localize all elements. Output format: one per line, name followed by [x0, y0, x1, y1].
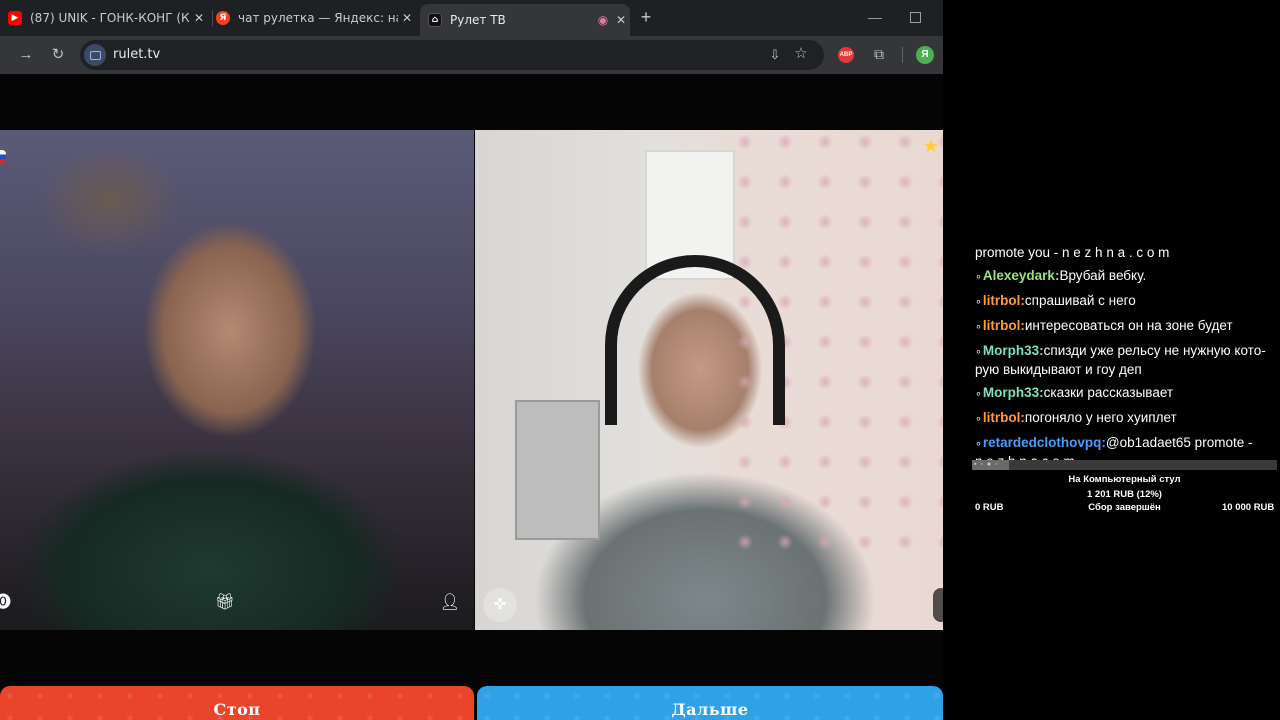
install-app-icon[interactable]: ⇩	[766, 46, 784, 64]
close-icon[interactable]: ✕	[398, 11, 416, 25]
tab-title: чат рулетка — Яндекс: нашлос	[238, 11, 398, 25]
browser-toolbar: → ↻ rulet.tv ⇩ ☆ ABP ⧉ Я	[0, 36, 943, 74]
chat-message: ∘Morph33:сказки рассказывает	[975, 384, 1275, 403]
browser-window: ▶ (87) UNIK - ГОНК-КОНГ (Казах ✕ Я чат р…	[0, 0, 943, 720]
chat-message: promote you - n e z h n a . c o m	[975, 244, 1275, 261]
chat-bullet-icon: ∘	[975, 271, 982, 283]
site-info-icon[interactable]	[84, 44, 106, 66]
partner-video: ⓿ 🎁︎ 👤︎	[0, 130, 474, 630]
stream-chat-overlay: promote you - n e z h n a . c o m ∘Alexey…	[943, 0, 1280, 720]
chat-message: ∘Morph33:спизди уже рельсу не нужную кот…	[975, 342, 1275, 378]
side-handle[interactable]	[933, 588, 943, 622]
chat-text: promote you - n e z h n a . c o m	[975, 245, 1170, 260]
close-icon[interactable]: ✕	[612, 13, 630, 27]
chat-message: ∘litrbol:погоняло у него хуиплет	[975, 409, 1275, 428]
tab-bar: ▶ (87) UNIK - ГОНК-КОНГ (Казах ✕ Я чат р…	[0, 0, 943, 36]
chat-nickname: litrbol:	[982, 410, 1025, 425]
russia-flag-icon	[0, 150, 6, 164]
stop-button[interactable]: Стоп	[0, 686, 474, 720]
address-bar[interactable]: rulet.tv ⇩ ☆	[80, 40, 824, 70]
chat-text: погоняло у него хуиплет	[1024, 410, 1177, 425]
chat-text: сказки рассказывает	[1043, 385, 1174, 400]
rulet-icon: ⌂	[428, 13, 442, 27]
chat-nickname: Alexeydark:	[982, 268, 1060, 283]
goal-max: 10 000 RUB	[1222, 502, 1275, 513]
youtube-icon: ▶	[8, 11, 22, 25]
yandex-icon: Я	[216, 11, 230, 25]
chat-text: спрашивай с него	[1024, 293, 1136, 308]
chat-bullet-icon: ∘	[975, 413, 982, 425]
chat-nickname: litrbol:	[982, 318, 1025, 333]
chat-messages: promote you - n e z h n a . c o m ∘Alexey…	[975, 244, 1275, 476]
extensions-puzzle-icon[interactable]: ⧉	[870, 45, 888, 63]
chat-bullet-icon: ∘	[975, 346, 982, 358]
roulette-page: ⓿ 🎁︎ 👤︎ ✜ ★ Стоп Дальше	[0, 74, 943, 720]
tab-title: (87) UNIK - ГОНК-КОНГ (Казах	[30, 11, 190, 25]
forward-arrow-icon[interactable]: →	[16, 45, 36, 65]
minimize-button[interactable]: —	[866, 8, 884, 26]
tab-youtube[interactable]: ▶ (87) UNIK - ГОНК-КОНГ (Казах ✕	[8, 4, 208, 32]
donation-goal-bar: ▪ ▫ ● ▫	[972, 460, 1277, 470]
bookmark-star-icon[interactable]: ☆	[792, 45, 810, 63]
headset-shape	[605, 255, 785, 425]
chat-nickname: Morph33:	[982, 343, 1044, 358]
chat-bullet-icon: ∘	[975, 388, 982, 400]
goal-amount: 1 201 RUB (12%)	[1087, 489, 1162, 500]
maximize-button[interactable]	[906, 8, 924, 26]
new-tab-button[interactable]: +	[636, 7, 656, 27]
chat-nickname: retardedclothovpq:	[982, 435, 1106, 450]
user-profile-icon[interactable]: 👤︎	[439, 592, 461, 614]
report-icon[interactable]: ⓿	[0, 592, 14, 614]
adblock-extension-icon[interactable]: ABP	[838, 47, 854, 63]
background-stove	[515, 400, 600, 540]
stop-label: Стоп	[213, 700, 261, 719]
next-label: Дальше	[671, 700, 749, 719]
chat-bullet-icon: ∘	[975, 438, 982, 450]
gamepad-icon[interactable]: ✜	[483, 588, 517, 622]
chat-nickname: Morph33:	[982, 385, 1044, 400]
toolbar-divider	[902, 47, 903, 63]
chat-message: ∘litrbol:интересоваться он на зоне будет	[975, 317, 1275, 336]
self-video: ✜ ★	[475, 130, 943, 630]
chat-text: интересоваться он на зоне будет	[1024, 318, 1233, 333]
chat-nickname: litrbol:	[982, 293, 1025, 308]
close-icon[interactable]: ✕	[190, 11, 208, 25]
tab-yandex[interactable]: Я чат рулетка — Яндекс: нашлос ✕	[216, 4, 416, 32]
chat-text: Врубай вебку.	[1059, 268, 1147, 283]
screen: ▶ (87) UNIK - ГОНК-КОНГ (Казах ✕ Я чат р…	[0, 0, 1280, 720]
reload-icon[interactable]: ↻	[48, 45, 68, 65]
chat-bullet-icon: ∘	[975, 321, 982, 333]
chat-message: ∘Alexeydark:Врубай вебку.	[975, 267, 1275, 286]
goal-bar-icons: ▪ ▫ ● ▫	[974, 461, 999, 468]
goal-title: На Компьютерный стул	[1068, 474, 1181, 485]
gift-icon[interactable]: 🎁︎	[214, 592, 236, 614]
chat-message: ∘litrbol:спрашивай с него	[975, 292, 1275, 311]
favorite-star-icon[interactable]: ★	[923, 136, 939, 157]
tab-separator	[212, 10, 213, 26]
next-button[interactable]: Дальше	[477, 686, 943, 720]
url-text[interactable]: rulet.tv	[113, 47, 160, 62]
chat-bullet-icon: ∘	[975, 296, 982, 308]
tab-rulet-active[interactable]: ⌂ Рулет ТВ ◉ ✕	[420, 4, 630, 36]
tab-title: Рулет ТВ	[450, 13, 506, 27]
profile-avatar[interactable]: Я	[916, 46, 934, 64]
recording-icon: ◉	[597, 13, 609, 27]
